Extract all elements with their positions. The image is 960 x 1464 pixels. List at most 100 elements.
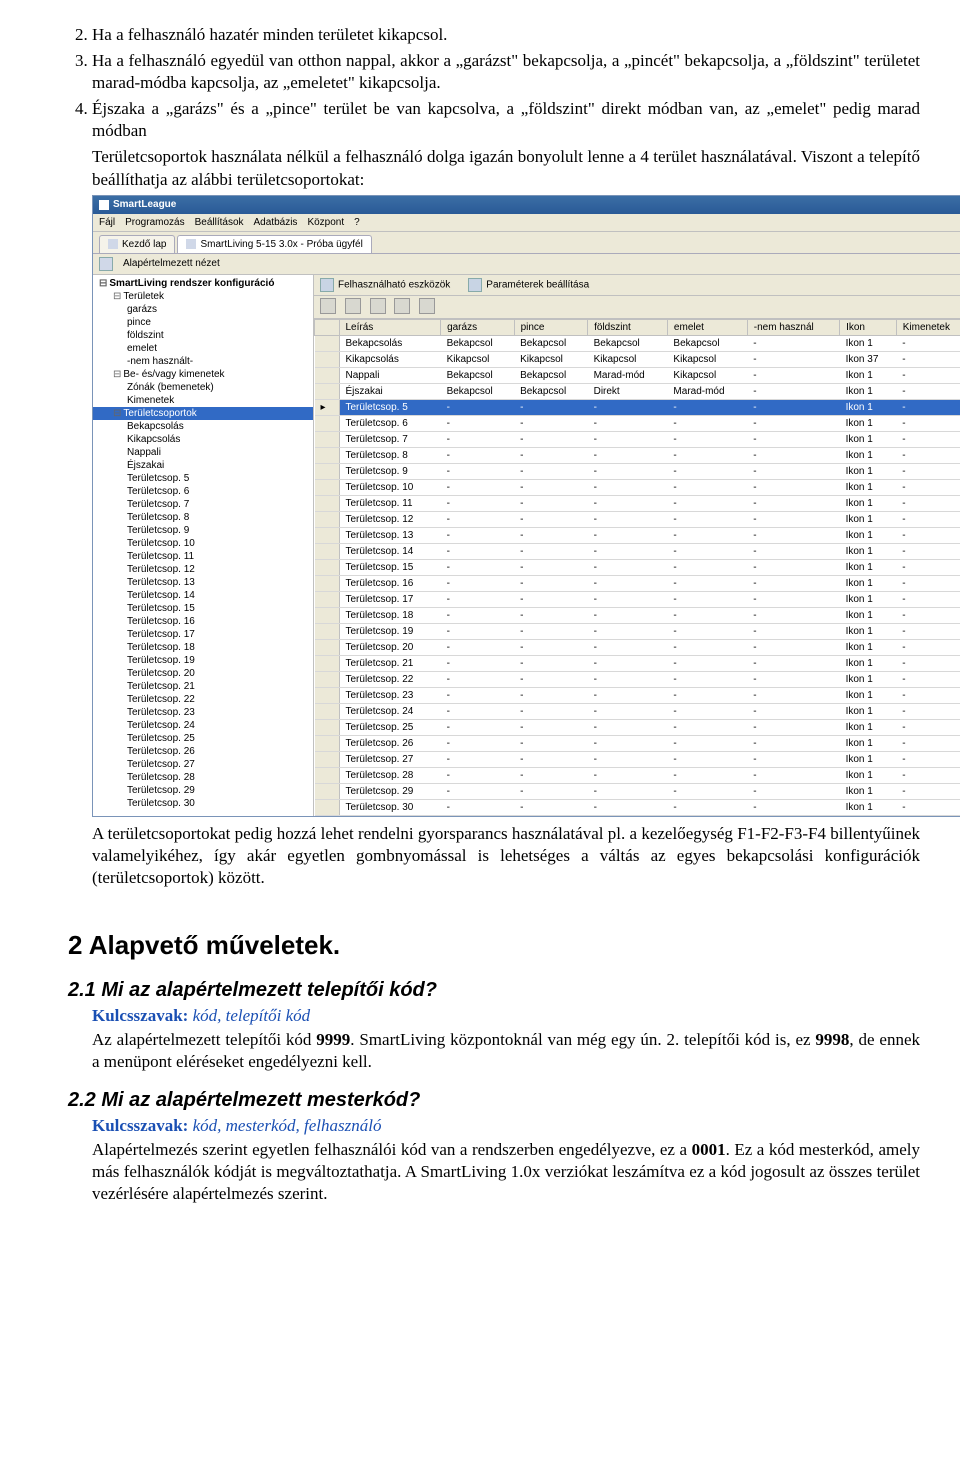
cell[interactable]: - [588,655,668,671]
cell[interactable]: - [896,463,960,479]
cell[interactable]: Ikon 1 [840,735,897,751]
row-selector[interactable] [315,351,340,367]
cell[interactable]: - [896,559,960,575]
row-selector[interactable] [315,687,340,703]
cell[interactable]: - [896,607,960,623]
tree-node[interactable]: Területcsop. 11 [93,550,313,563]
tree-node[interactable]: emelet [93,342,313,355]
cell[interactable]: - [588,703,668,719]
cell[interactable]: - [747,703,839,719]
cell[interactable]: - [667,687,747,703]
row-selector[interactable] [315,335,340,351]
cell[interactable]: Területcsop. 28 [339,767,441,783]
cell[interactable]: - [747,431,839,447]
cell[interactable]: Marad-mód [588,367,668,383]
cell[interactable]: - [667,511,747,527]
cell[interactable]: - [514,671,588,687]
cell[interactable]: Ikon 1 [840,719,897,735]
cell[interactable]: - [896,351,960,367]
cell[interactable]: - [514,463,588,479]
cell[interactable]: - [588,399,668,415]
cell[interactable]: - [588,495,668,511]
cell[interactable]: Területcsop. 29 [339,783,441,799]
cell[interactable]: - [667,671,747,687]
tree-node[interactable]: ⊟Területek [93,290,313,303]
row-selector[interactable] [315,783,340,799]
tree-node[interactable]: Területcsop. 6 [93,485,313,498]
cell[interactable]: - [441,671,515,687]
cell[interactable]: - [667,447,747,463]
table-row[interactable]: NappaliBekapcsolBekapcsolMarad-módKikapc… [315,367,960,383]
table-row[interactable]: Területcsop. 30-----Ikon 1- [315,799,960,815]
table-row[interactable]: Területcsop. 9-----Ikon 1- [315,463,960,479]
table-row[interactable]: BekapcsolásBekapcsolBekapcsolBekapcsolBe… [315,335,960,351]
cell[interactable]: - [588,719,668,735]
cell[interactable]: - [896,799,960,815]
cell[interactable]: - [896,623,960,639]
cell[interactable]: - [747,591,839,607]
cell[interactable]: - [747,751,839,767]
tree-node[interactable]: Területcsop. 13 [93,576,313,589]
cell[interactable]: - [588,543,668,559]
cell[interactable]: - [588,431,668,447]
cell[interactable]: Ikon 1 [840,335,897,351]
cell[interactable]: - [441,655,515,671]
cell[interactable]: - [441,415,515,431]
scenario-grid[interactable]: Leírásgarázspinceföldszintemelet-nem has… [314,319,960,816]
cell[interactable]: Ikon 1 [840,655,897,671]
row-selector[interactable] [315,543,340,559]
cell[interactable]: Marad-mód [667,383,747,399]
cell[interactable]: - [514,767,588,783]
cell[interactable]: - [896,367,960,383]
cell[interactable]: - [667,655,747,671]
table-row[interactable]: Területcsop. 6-----Ikon 1- [315,415,960,431]
cell[interactable]: - [896,671,960,687]
cell[interactable]: - [514,527,588,543]
panel-tab[interactable]: Paraméterek beállítása [468,278,589,292]
cell[interactable]: Területcsop. 26 [339,735,441,751]
cell[interactable]: - [441,447,515,463]
cell[interactable]: - [514,655,588,671]
table-row[interactable]: KikapcsolásKikapcsolKikapcsolKikapcsolKi… [315,351,960,367]
menu-item[interactable]: Programozás [125,217,184,228]
cell[interactable]: Kikapcsol [667,367,747,383]
cell[interactable]: Területcsop. 15 [339,559,441,575]
row-selector[interactable] [315,495,340,511]
cell[interactable]: Területcsop. 23 [339,687,441,703]
column-header[interactable]: Ikon [840,319,897,335]
cell[interactable]: - [514,543,588,559]
cell[interactable]: Ikon 1 [840,495,897,511]
tree-node[interactable]: Területcsop. 30 [93,797,313,810]
tree-node[interactable]: ⊟SmartLiving rendszer konfiguráció [93,277,313,290]
tree-node[interactable]: Területcsop. 21 [93,680,313,693]
cell[interactable]: Ikon 37 [840,351,897,367]
row-selector[interactable] [315,431,340,447]
row-selector[interactable] [315,527,340,543]
cell[interactable]: - [514,735,588,751]
cell[interactable]: Ikon 1 [840,399,897,415]
tree-node[interactable]: ⊟Területcsoportok [93,407,313,420]
cell[interactable]: - [588,783,668,799]
row-selector[interactable] [315,447,340,463]
cell[interactable]: - [514,751,588,767]
document-tab[interactable]: SmartLiving 5-15 3.0x - Próba ügyfél [177,235,371,253]
table-row[interactable]: Területcsop. 26-----Ikon 1- [315,735,960,751]
menu-item[interactable]: Központ [307,217,344,228]
cell[interactable]: Területcsop. 17 [339,591,441,607]
cell[interactable]: Területcsop. 18 [339,607,441,623]
cell[interactable]: - [896,495,960,511]
cell[interactable]: - [441,767,515,783]
column-header[interactable]: garázs [441,319,515,335]
row-selector[interactable] [315,367,340,383]
row-selector[interactable] [315,767,340,783]
table-row[interactable]: Területcsop. 16-----Ikon 1- [315,575,960,591]
cell[interactable]: - [747,367,839,383]
tree-node[interactable]: Területcsop. 19 [93,654,313,667]
table-row[interactable]: Területcsop. 15-----Ikon 1- [315,559,960,575]
cell[interactable]: Kikapcsol [588,351,668,367]
cell[interactable]: - [441,431,515,447]
cell[interactable]: - [896,383,960,399]
cell[interactable]: Ikon 1 [840,623,897,639]
table-row[interactable]: Területcsop. 14-----Ikon 1- [315,543,960,559]
row-selector[interactable] [315,735,340,751]
